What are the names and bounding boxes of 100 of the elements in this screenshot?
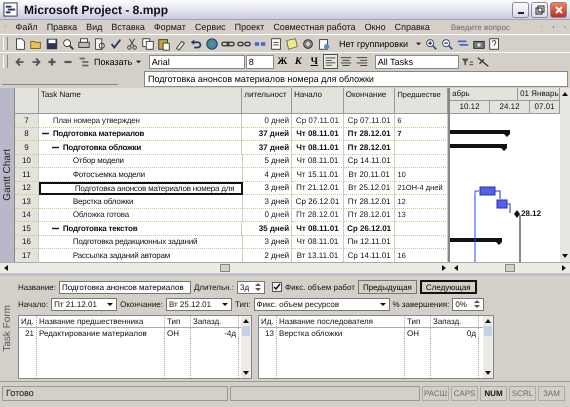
font-size-dropdown[interactable]: 8 [246,54,274,68]
menu-item[interactable]: Файл [16,22,38,32]
save-icon[interactable] [44,36,59,51]
next-button[interactable]: Следующая [420,280,477,294]
timescale-cell: 24.12 [490,101,530,113]
scroll-left-icon[interactable] [2,264,10,272]
collapse-icon[interactable] [42,130,49,138]
vertical-scrollbar[interactable] [483,316,493,378]
printer-icon[interactable] [76,36,91,51]
row-id[interactable]: 15 [15,222,39,236]
restore-button[interactable] [531,2,548,18]
help-icon[interactable] [487,36,502,51]
column-header[interactable]: Task Name [38,88,242,114]
copy-icon[interactable] [140,36,155,51]
finish-date-dropdown[interactable]: Вт 25.12.01 [166,298,232,310]
autofilter-icon[interactable] [476,54,491,69]
task-name: Подготовка обложки [62,142,142,154]
show-button[interactable]: Показать [92,54,144,68]
spinner-icon[interactable] [473,298,482,310]
name-field[interactable]: Подготовка анонсов материалов [58,280,191,294]
font-dropdown[interactable]: Arial [148,54,245,68]
globe-icon[interactable] [204,36,219,51]
spelling-icon[interactable] [108,36,123,51]
duration-cell: 35 дней [242,222,292,236]
row-id[interactable]: 9 [15,141,39,154]
start-date-dropdown[interactable]: Пт 21.12.01 [51,298,118,310]
menu-item[interactable]: Окно [364,22,386,32]
menu-item[interactable]: Правка [46,22,78,32]
horizontal-scrollbar[interactable] [450,262,570,273]
scroll-up-icon[interactable] [484,317,492,325]
duration-field[interactable]: 3д [237,280,265,294]
notes-icon[interactable] [268,36,283,51]
menu-item[interactable]: Проект [234,22,264,32]
scroll-thumb[interactable] [220,264,230,272]
align-center-icon[interactable] [338,54,354,69]
scroll-down-icon[interactable] [242,369,250,377]
task-type-dropdown[interactable]: Фикс. объем ресурсов [254,298,390,310]
italic-button[interactable]: К [290,54,306,68]
column-header[interactable]: Начало [292,88,344,114]
caret-icon[interactable] [378,300,387,308]
scroll-thumb[interactable] [484,326,492,336]
caret-icon[interactable] [415,40,422,47]
menu-item[interactable]: Сервис [194,22,226,32]
task-name: Подготовка редакционных заданий [72,236,198,248]
scroll-right-icon[interactable] [440,264,448,272]
caret-icon[interactable] [220,300,229,308]
task-name: Фотосъемка модели [72,168,145,181]
row-id[interactable]: 14 [15,208,39,222]
percent-complete-field[interactable]: 0% [452,298,484,310]
scroll-right-icon[interactable] [560,264,568,272]
entry-field[interactable]: Подготовка анонсов материалов номера для обложки [144,70,568,86]
paste-icon[interactable] [156,36,171,51]
caret-icon[interactable] [106,300,114,308]
search-icon[interactable] [60,36,75,51]
menu-item[interactable]: Справка [394,22,430,32]
scroll-left-icon[interactable] [452,264,460,272]
restore-icon[interactable] [534,4,544,14]
close-icon[interactable] [554,4,564,14]
menu-item[interactable]: Вставка [111,22,145,32]
row-id[interactable]: 8 [15,128,39,141]
close-button[interactable] [550,2,567,18]
caret-icon[interactable] [134,58,142,64]
print-preview-icon[interactable] [92,36,107,51]
row-id[interactable]: 17 [15,249,39,262]
row-id[interactable]: 13 [15,195,39,208]
menu-item[interactable]: Совместная работа [273,22,356,32]
scroll-thumb[interactable] [505,264,515,272]
bold-button[interactable]: Ж [274,54,290,68]
align-right-icon[interactable] [354,54,370,69]
row-id[interactable]: 7 [15,114,39,128]
column-header[interactable]: Окончание [344,88,396,114]
menu-item[interactable]: Формат [154,22,186,32]
cut-icon[interactable] [124,36,139,51]
checkbox[interactable] [272,282,282,292]
zoom-in-icon[interactable] [423,36,438,51]
row-id[interactable]: 16 [15,236,39,249]
spinner-icon[interactable] [254,281,262,293]
help-search-field[interactable]: Введите вопрос [450,22,531,32]
minimize-button[interactable] [512,2,529,18]
vertical-scrollbar[interactable] [241,316,251,378]
row-id[interactable]: 12 [15,182,39,195]
filter-dropdown[interactable]: All Tasks [374,54,459,68]
duration-cell: 0 дней [242,208,292,222]
menu-item[interactable]: Вид [86,22,102,32]
scroll-down-icon[interactable] [484,369,492,377]
horizontal-scrollbar[interactable] [0,262,450,273]
duration-cell: 5 дней [242,154,292,168]
note-icon[interactable] [284,36,299,51]
scroll-thumb[interactable] [242,326,250,336]
column-header[interactable]: лительност [242,88,292,114]
zoom-out-icon[interactable] [439,36,454,51]
scroll-down-icon[interactable] [561,252,570,260]
row-id[interactable]: 11 [15,168,39,182]
align-left-icon[interactable] [322,54,338,69]
underline-button[interactable]: Ч [306,54,322,68]
vertical-scrollbar[interactable] [560,88,570,262]
scroll-up-icon[interactable] [242,317,250,325]
scroll-up-icon[interactable] [561,90,570,98]
row-id[interactable]: 10 [15,154,39,168]
previous-button[interactable]: Предыдущая [358,280,417,294]
